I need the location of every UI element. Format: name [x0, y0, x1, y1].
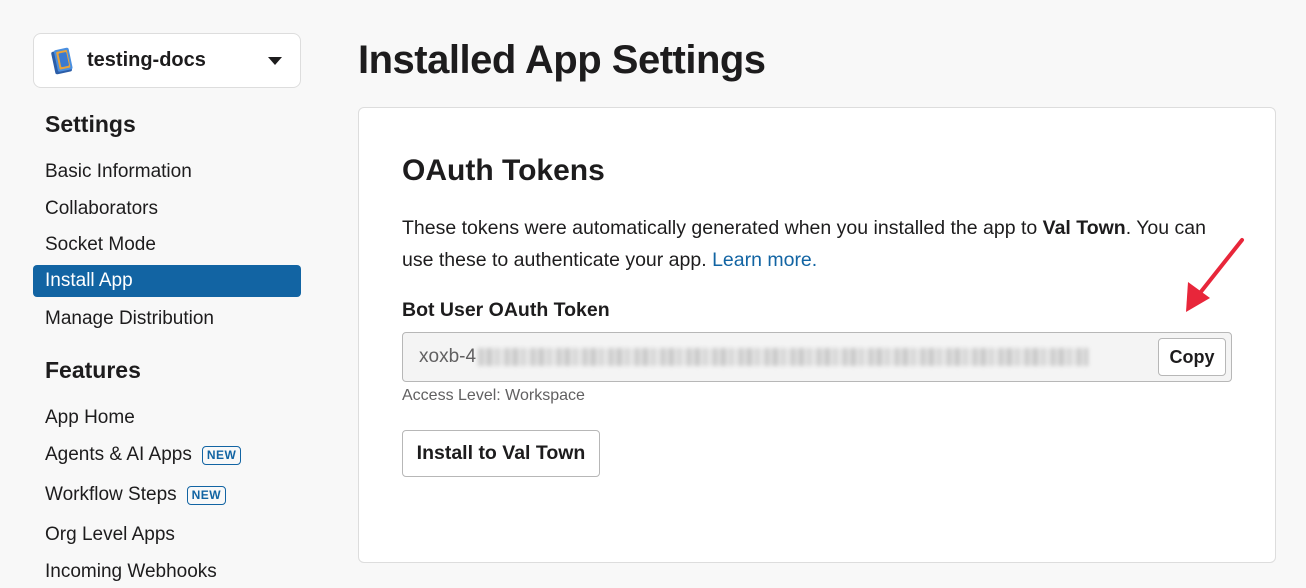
sidebar-item-label: Install App	[45, 270, 133, 291]
book-icon	[51, 47, 73, 74]
sidebar-item-label: Workflow Steps	[45, 484, 177, 505]
sidebar-item-agents-ai-apps[interactable]: Agents & AI Apps NEW	[33, 439, 301, 471]
sidebar-item-socket-mode[interactable]: Socket Mode	[33, 229, 301, 261]
page-title: Installed App Settings	[358, 38, 766, 82]
sidebar-item-app-home[interactable]: App Home	[33, 402, 301, 434]
sidebar-item-label: Basic Information	[45, 161, 192, 182]
sidebar-item-workflow-steps[interactable]: Workflow Steps NEW	[33, 479, 301, 511]
sidebar-item-org-level-apps[interactable]: Org Level Apps	[33, 519, 301, 551]
oauth-tokens-card: OAuth Tokens These tokens were automatic…	[358, 107, 1276, 563]
card-description: These tokens were automatically generate…	[402, 212, 1242, 276]
sidebar-item-label: Org Level Apps	[45, 524, 175, 545]
copy-button[interactable]: Copy	[1158, 338, 1226, 376]
access-level: Access Level: Workspace	[402, 387, 585, 404]
sidebar-item-label: Collaborators	[45, 198, 158, 219]
desc-text: These tokens were automatically generate…	[402, 217, 1043, 239]
sidebar-item-label: Manage Distribution	[45, 308, 214, 329]
token-label: Bot User OAuth Token	[402, 299, 610, 321]
card-title: OAuth Tokens	[402, 154, 605, 187]
annotation-arrow	[1186, 238, 1244, 312]
sidebar-item-label: Socket Mode	[45, 234, 156, 255]
app-switcher[interactable]: testing-docs	[33, 33, 301, 88]
features-heading: Features	[45, 357, 141, 383]
learn-more-link[interactable]: Learn more.	[712, 249, 817, 271]
sidebar-item-manage-distribution[interactable]: Manage Distribution	[33, 303, 301, 335]
install-button[interactable]: Install to Val Town	[402, 430, 600, 477]
new-badge: NEW	[186, 485, 227, 505]
sidebar-item-install-app[interactable]: Install App	[33, 265, 301, 297]
sidebar-item-label: App Home	[45, 407, 135, 428]
new-badge: NEW	[201, 445, 242, 465]
token-redacted	[478, 348, 1089, 366]
app-name: testing-docs	[87, 49, 206, 71]
sidebar-item-incoming-webhooks[interactable]: Incoming Webhooks	[33, 556, 301, 588]
workspace-name: Val Town	[1042, 217, 1126, 239]
caret-down-icon	[268, 56, 282, 65]
sidebar-item-label: Incoming Webhooks	[45, 561, 217, 582]
settings-heading: Settings	[45, 111, 136, 137]
sidebar: testing-docs Settings Basic Information …	[0, 0, 330, 582]
token-prefix: xoxb-4	[419, 346, 477, 367]
sidebar-item-basic-information[interactable]: Basic Information	[33, 156, 301, 188]
token-field[interactable]: xoxb-4 Copy	[402, 332, 1232, 382]
sidebar-item-label: Agents & AI Apps	[45, 444, 192, 465]
sidebar-item-collaborators[interactable]: Collaborators	[33, 193, 301, 225]
